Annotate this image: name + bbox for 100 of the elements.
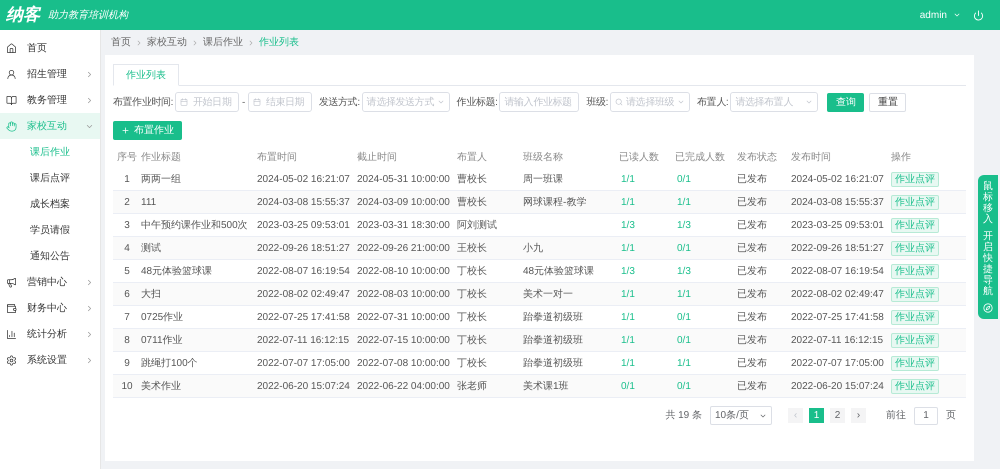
select-field[interactable]: 请选择发送方式 [362,92,450,112]
book-icon [6,94,17,106]
end-date-field[interactable]: 结束日期 [248,92,312,112]
page-button[interactable]: 1 [809,408,824,423]
table-cell-text: 大扫 [141,288,162,302]
quick-nav-tab[interactable]: 鼠标移入 开启快捷导航 [978,175,998,319]
table-cell-text: 已发布 [737,242,768,256]
review-button[interactable]: 作业点评 [891,218,939,232]
table-cell-text: 2024-05-02 16:21:07 [791,172,885,186]
table-cell-text: 中午预约课作业和500次 [141,218,249,232]
column-header: 发布时间 [791,150,832,164]
table-cell-text: 2022-09-26 18:51:27 [791,242,885,256]
table-cell-text: 丁校长 [457,264,488,278]
filter-label: 布置人: [697,96,728,110]
user-name[interactable]: admin [920,8,947,22]
table-cell-text: 跆拳道初级班 [523,334,584,348]
input-field[interactable]: 请输入作业标题 [499,92,580,112]
submenu-item[interactable]: 成长档案 [0,191,100,217]
review-button[interactable]: 作业点评 [891,378,939,394]
table-cell-text: 丁校长 [457,310,488,324]
table-cell-text: 0/1 [676,380,692,394]
table-cell-text: 2022-08-02 02:49:47 [791,288,885,302]
sidebar-item[interactable]: 营销中心 [0,269,100,295]
breadcrumb-item[interactable]: 家校互动 [147,35,187,50]
table-cell-text: 10 [120,380,134,394]
goto-page-field[interactable]: 1 [914,406,938,424]
chevron-down-icon [436,98,445,106]
table-cell-text: 曹校长 [457,172,488,186]
table-cell-text: 2022-07-25 17:41:58 [791,310,885,324]
breadcrumb-item[interactable]: 课后作业 [203,35,243,50]
filter-label: 发送方式: [318,96,360,110]
table-cell-text: 2022-07-07 17:05:00 [791,356,885,370]
table-cell-text: 跆拳道初级班 [523,310,584,324]
prev-page-button[interactable]: ‹ [788,408,803,423]
add-homework-button[interactable]: 布置作业 [113,121,182,140]
chevron-right-icon [191,38,199,46]
table-cell-text: 2022-08-07 16:19:54 [257,264,351,278]
megaphone-icon [6,276,17,288]
submenu-item[interactable]: 学员请假 [0,217,100,243]
table-cell-text: 2022-06-22 04:00:00 [357,380,451,394]
table-cell-text: 4 [123,242,131,256]
sidebar-item[interactable]: 招生管理 [0,61,100,87]
table-cell-text: 美术课1班 [523,380,570,394]
table-cell-text: 6 [123,288,131,302]
table-cell-text: 1/3 [620,264,636,278]
filter-label: 作业标题: [456,96,498,110]
table-cell-text: 跳绳打100个 [141,356,199,370]
review-button[interactable]: 作业点评 [891,286,939,302]
sidebar-item[interactable]: 教务管理 [0,87,100,113]
select-field[interactable]: 请选择班级 [610,92,690,112]
start-date-field[interactable]: 开始日期 [174,92,239,112]
sidebar-item[interactable]: 系统设置 [0,347,100,373]
page-size-select[interactable]: 10条/页 [710,406,772,425]
table-cell-text: 测试 [141,242,162,256]
table-cell-text: 1/3 [676,264,692,278]
power-icon[interactable] [973,10,984,20]
reset-button[interactable]: 重置 [869,92,906,112]
review-button[interactable]: 作业点评 [891,310,939,324]
table-cell-text: 2022-06-20 15:07:24 [791,380,885,394]
table-cell-text: 1/1 [620,356,636,370]
page-button[interactable]: 2 [830,408,845,423]
review-button[interactable]: 作业点评 [891,240,939,256]
submenu-item[interactable]: 课后点评 [0,165,100,191]
table-cell-text: 2023-03-25 09:53:01 [791,218,885,232]
table-cell-text: 8 [123,334,131,348]
select-field[interactable]: 请选择布置人 [730,92,818,112]
tab[interactable]: 作业列表 [113,64,179,86]
sidebar-item[interactable]: 统计分析 [0,321,100,347]
sidebar-item[interactable]: 首页 [0,35,100,61]
home-icon [6,42,17,54]
submenu-item[interactable]: 通知公告 [0,243,100,269]
sidebar-item[interactable]: 家校互动 [0,113,100,139]
query-button[interactable]: 查询 [827,92,864,112]
wallet-icon [6,302,17,314]
table-cell-text: 1/1 [676,356,692,370]
column-header: 已读人数 [619,150,660,164]
table-cell-text: 5 [123,264,131,278]
table-cell-text: 丁校长 [457,288,488,302]
table-cell-text: 1/1 [676,288,692,302]
sidebar-item[interactable]: 财务中心 [0,295,100,321]
breadcrumb-item[interactable]: 首页 [111,35,131,50]
review-button[interactable]: 作业点评 [891,332,939,348]
goto-unit: 页 [946,409,956,423]
review-button[interactable]: 作业点评 [891,356,939,370]
review-button[interactable]: 作业点评 [891,194,939,210]
table-cell-text: 2022-07-11 16:12:15 [791,334,884,348]
review-button[interactable]: 作业点评 [891,264,939,278]
settings-icon [6,354,17,366]
table-cell-text: 2022-06-20 15:07:24 [257,380,351,394]
submenu-item[interactable]: 课后作业 [0,139,100,165]
table-cell-text: 0/1 [676,334,692,348]
table-cell-text: 1/1 [620,334,636,348]
table-cell-text: 0/1 [676,310,692,324]
chevron-down-icon [805,98,814,106]
breadcrumb-item: 作业列表 [259,36,299,50]
table-cell-text: 已发布 [737,334,768,348]
bar-chart-icon [6,328,17,340]
review-button[interactable]: 作业点评 [891,172,939,186]
hand-icon [6,120,17,132]
next-page-button[interactable]: › [851,408,866,423]
